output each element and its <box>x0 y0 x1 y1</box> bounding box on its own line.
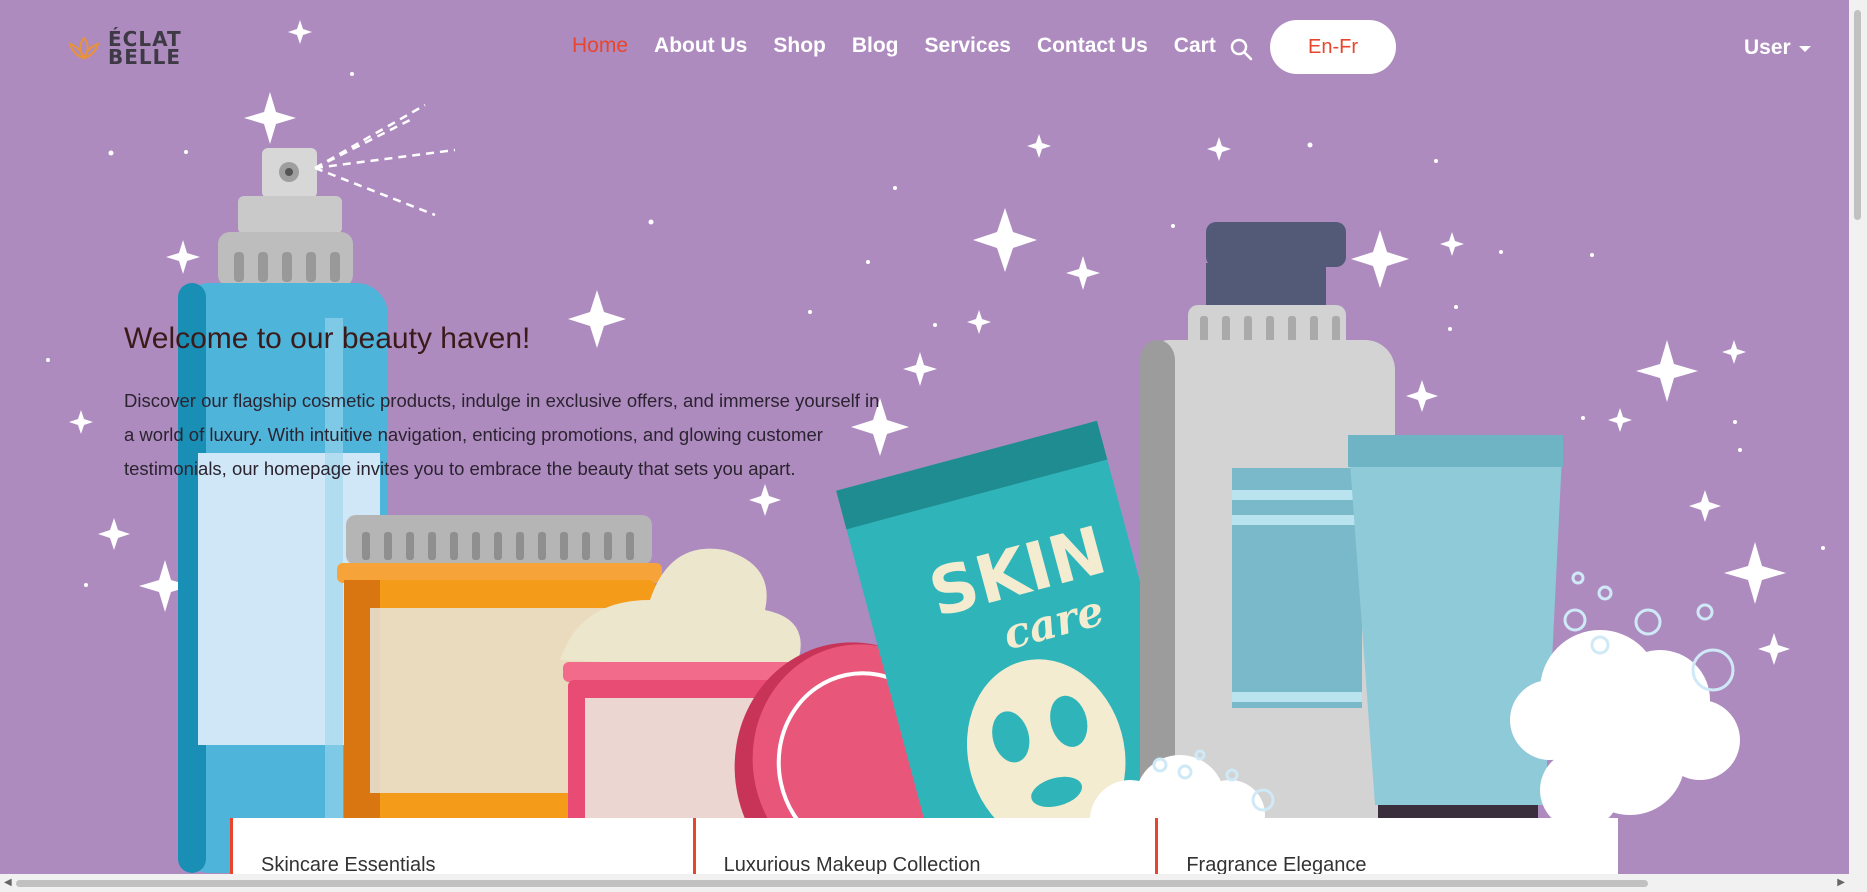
user-dropdown[interactable]: User <box>1744 36 1811 60</box>
cosmetic-tube <box>1348 435 1563 875</box>
caret-down-icon <box>1798 46 1811 52</box>
category-cards: Skincare Essentials Luxurious Makeup Col… <box>230 818 1618 876</box>
category-card[interactable]: Luxurious Makeup Collection <box>692 818 1156 876</box>
nav-services[interactable]: Services <box>925 34 1011 58</box>
nav-cart[interactable]: Cart <box>1174 34 1216 58</box>
scroll-right-icon[interactable]: ▶ <box>1837 877 1845 888</box>
hero-title: Welcome to our beauty haven! <box>124 322 531 355</box>
nav-contact-us[interactable]: Contact Us <box>1037 34 1148 58</box>
user-label: User <box>1744 36 1791 59</box>
main-nav: Home About Us Shop Blog Services Contact… <box>572 34 1242 58</box>
category-card[interactable]: Fragrance Elegance <box>1155 818 1618 876</box>
hero-description: Discover our flagship cosmetic products,… <box>124 390 880 479</box>
language-toggle-button[interactable]: En-Fr <box>1270 20 1396 74</box>
scroll-left-icon[interactable]: ◀ <box>4 877 12 888</box>
vertical-scrollbar[interactable] <box>1849 0 1867 874</box>
horizontal-scroll-thumb[interactable] <box>16 880 1648 887</box>
brand-logo[interactable]: ÉCLAT BELLE <box>66 27 182 69</box>
search-icon[interactable] <box>1229 37 1253 61</box>
brand-name: ÉCLAT BELLE <box>108 27 182 69</box>
nav-shop[interactable]: Shop <box>773 34 826 58</box>
nav-home[interactable]: Home <box>572 34 628 58</box>
nav-about-us[interactable]: About Us <box>654 34 747 58</box>
lotus-icon <box>68 36 100 60</box>
horizontal-scrollbar[interactable]: ◀ ▶ <box>0 874 1867 892</box>
vertical-scroll-thumb[interactable] <box>1854 10 1861 220</box>
category-card[interactable]: Skincare Essentials <box>230 818 693 876</box>
nav-blog[interactable]: Blog <box>852 34 899 58</box>
